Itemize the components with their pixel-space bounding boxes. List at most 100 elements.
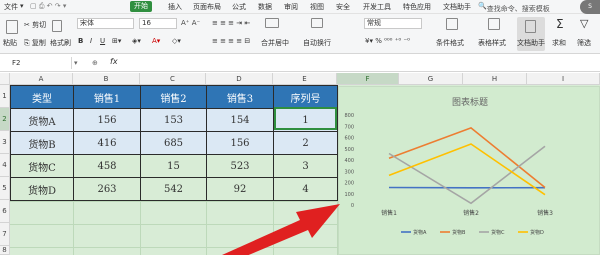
bold-button[interactable]: B bbox=[78, 37, 83, 45]
legend-label: 货物B bbox=[452, 229, 466, 236]
table-cell[interactable]: 1 bbox=[274, 109, 338, 132]
select-all-corner[interactable] bbox=[0, 73, 10, 85]
italic-button[interactable]: I bbox=[90, 37, 92, 45]
tab-features[interactable]: 特色应用 bbox=[403, 2, 431, 12]
zoom-icon[interactable]: ⊕ bbox=[92, 59, 98, 67]
column-header-f[interactable]: F bbox=[337, 73, 399, 85]
wrap-text-icon[interactable] bbox=[311, 18, 323, 28]
line-chart[interactable]: 图表标题 0100200300400500600700800销售1销售2销售3货… bbox=[338, 86, 600, 255]
filter-button[interactable]: 筛选 bbox=[577, 38, 591, 48]
format-painter-icon[interactable] bbox=[52, 20, 62, 32]
tab-page-layout[interactable]: 页面布局 bbox=[193, 2, 221, 12]
table-cell[interactable]: 货物B bbox=[11, 132, 74, 155]
tab-doc-assistant[interactable]: 文档助手 bbox=[443, 2, 471, 12]
chevron-down-icon[interactable]: ▾ bbox=[74, 59, 78, 67]
font-grow-shrink-icon[interactable]: A⁺ A⁻ bbox=[181, 19, 200, 27]
font-color-icon[interactable]: A▾ bbox=[152, 37, 160, 45]
name-box[interactable]: F2 bbox=[0, 57, 72, 69]
header-cell-sales1[interactable]: 销售1 bbox=[74, 86, 141, 109]
table-cell[interactable]: 货物D bbox=[11, 178, 74, 201]
avatar[interactable]: S bbox=[580, 0, 600, 14]
cut-button[interactable]: ✂ 剪切 bbox=[24, 20, 46, 30]
header-cell-sales3[interactable]: 销售3 bbox=[207, 86, 274, 109]
conditional-format-icon[interactable] bbox=[446, 18, 458, 30]
paste-button[interactable]: 粘贴 bbox=[3, 38, 17, 48]
row-header-5[interactable]: 5 bbox=[0, 177, 10, 200]
column-header-d[interactable]: D bbox=[206, 73, 273, 85]
format-painter-button[interactable]: 格式刷 bbox=[50, 38, 71, 48]
table-cell[interactable]: 263 bbox=[74, 178, 141, 201]
tab-start[interactable]: 开始 bbox=[130, 1, 152, 12]
tab-view[interactable]: 视图 bbox=[310, 2, 324, 12]
tab-security[interactable]: 安全 bbox=[336, 2, 350, 12]
y-tick-label: 100 bbox=[344, 192, 354, 198]
wrap-text-button[interactable]: 自动换行 bbox=[303, 38, 331, 48]
table-cell[interactable]: 156 bbox=[207, 132, 274, 155]
function-icon[interactable]: fx bbox=[110, 57, 118, 66]
font-size-select[interactable]: 16 bbox=[139, 18, 177, 29]
align-top-icons[interactable]: ≡ ≡ ≡ ⇥ ⇤ bbox=[212, 19, 250, 27]
conditional-format-button[interactable]: 条件格式 bbox=[436, 38, 464, 48]
table-cell[interactable]: 4 bbox=[274, 178, 338, 201]
table-cell[interactable]: 3 bbox=[274, 155, 338, 178]
tab-data[interactable]: 数据 bbox=[258, 2, 272, 12]
table-cell[interactable]: 154 bbox=[207, 109, 274, 132]
merge-center-icon[interactable] bbox=[265, 18, 279, 28]
border-icon[interactable]: ⊞▾ bbox=[112, 37, 121, 45]
table-cell[interactable]: 2 bbox=[274, 132, 338, 155]
table-cell[interactable]: 货物C bbox=[11, 155, 74, 178]
tab-insert[interactable]: 插入 bbox=[168, 2, 182, 12]
row-header-1[interactable]: 1 bbox=[0, 85, 10, 108]
table-row: 货物A 156 153 154 1 bbox=[11, 109, 338, 132]
number-format-icons[interactable]: ¥▾ % ⁰⁰⁰ ⁺⁰ ⁻⁰ bbox=[365, 37, 410, 45]
table-cell[interactable]: 92 bbox=[207, 178, 274, 201]
table-cell[interactable]: 685 bbox=[141, 132, 207, 155]
column-header-g[interactable]: G bbox=[399, 73, 463, 85]
table-style-button[interactable]: 表格样式 bbox=[478, 38, 506, 48]
filter-icon[interactable]: ▽ bbox=[580, 17, 588, 30]
menu-file[interactable]: 文件 bbox=[4, 2, 18, 12]
paste-icon[interactable] bbox=[6, 20, 18, 34]
table-cell[interactable]: 542 bbox=[141, 178, 207, 201]
table-cell[interactable]: 153 bbox=[141, 109, 207, 132]
row-header-4[interactable]: 4 bbox=[0, 154, 10, 177]
column-header-c[interactable]: C bbox=[140, 73, 206, 85]
sum-button[interactable]: 求和 bbox=[552, 38, 566, 48]
row-header-2[interactable]: 2 bbox=[0, 108, 10, 131]
column-header-a[interactable]: A bbox=[10, 73, 73, 85]
tab-developer[interactable]: 开发工具 bbox=[363, 2, 391, 12]
sum-icon[interactable]: Σ bbox=[556, 17, 564, 31]
column-header-e[interactable]: E bbox=[273, 73, 337, 85]
tab-formulas[interactable]: 公式 bbox=[232, 2, 246, 12]
column-header-b[interactable]: B bbox=[73, 73, 140, 85]
chevron-down-icon[interactable]: ▾ bbox=[20, 2, 24, 10]
header-cell-serial[interactable]: 序列号 bbox=[274, 86, 338, 109]
merge-center-button[interactable]: 合并居中 bbox=[261, 38, 289, 48]
row-header-8[interactable]: 8 bbox=[0, 246, 10, 255]
search-command[interactable]: 🔍 查找命令、搜索模板 bbox=[478, 2, 487, 10]
table-cell[interactable]: 458 bbox=[74, 155, 141, 178]
column-header-i[interactable]: I bbox=[527, 73, 600, 85]
row-header-3[interactable]: 3 bbox=[0, 131, 10, 154]
table-cell[interactable]: 523 bbox=[207, 155, 274, 178]
table-style-icon[interactable] bbox=[488, 18, 500, 30]
font-name-select[interactable]: 宋体 bbox=[77, 18, 134, 29]
row-header-6[interactable]: 6 bbox=[0, 200, 10, 223]
header-cell-sales2[interactable]: 销售2 bbox=[141, 86, 207, 109]
row-header-7[interactable]: 7 bbox=[0, 223, 10, 246]
align-left-icons[interactable]: ≡ ≡ ≡ ≡ ⊟ bbox=[212, 37, 250, 45]
underline-button[interactable]: U bbox=[100, 37, 105, 45]
table-cell[interactable]: 156 bbox=[74, 109, 141, 132]
doc-assistant-button[interactable]: 文档助手 bbox=[517, 17, 545, 51]
column-header-h[interactable]: H bbox=[463, 73, 527, 85]
table-cell[interactable]: 15 bbox=[141, 155, 207, 178]
number-format-select[interactable]: 常规 bbox=[364, 18, 422, 29]
header-cell-type[interactable]: 类型 bbox=[11, 86, 74, 109]
x-tick-label: 销售3 bbox=[537, 209, 553, 217]
table-cell[interactable]: 416 bbox=[74, 132, 141, 155]
table-cell[interactable]: 货物A bbox=[11, 109, 74, 132]
tab-review[interactable]: 审阅 bbox=[284, 2, 298, 12]
fill-color-icon[interactable]: ◈▾ bbox=[132, 37, 141, 45]
clear-icon[interactable]: ◇▾ bbox=[172, 37, 181, 45]
copy-button[interactable]: ⎘ 复制 bbox=[24, 38, 46, 48]
